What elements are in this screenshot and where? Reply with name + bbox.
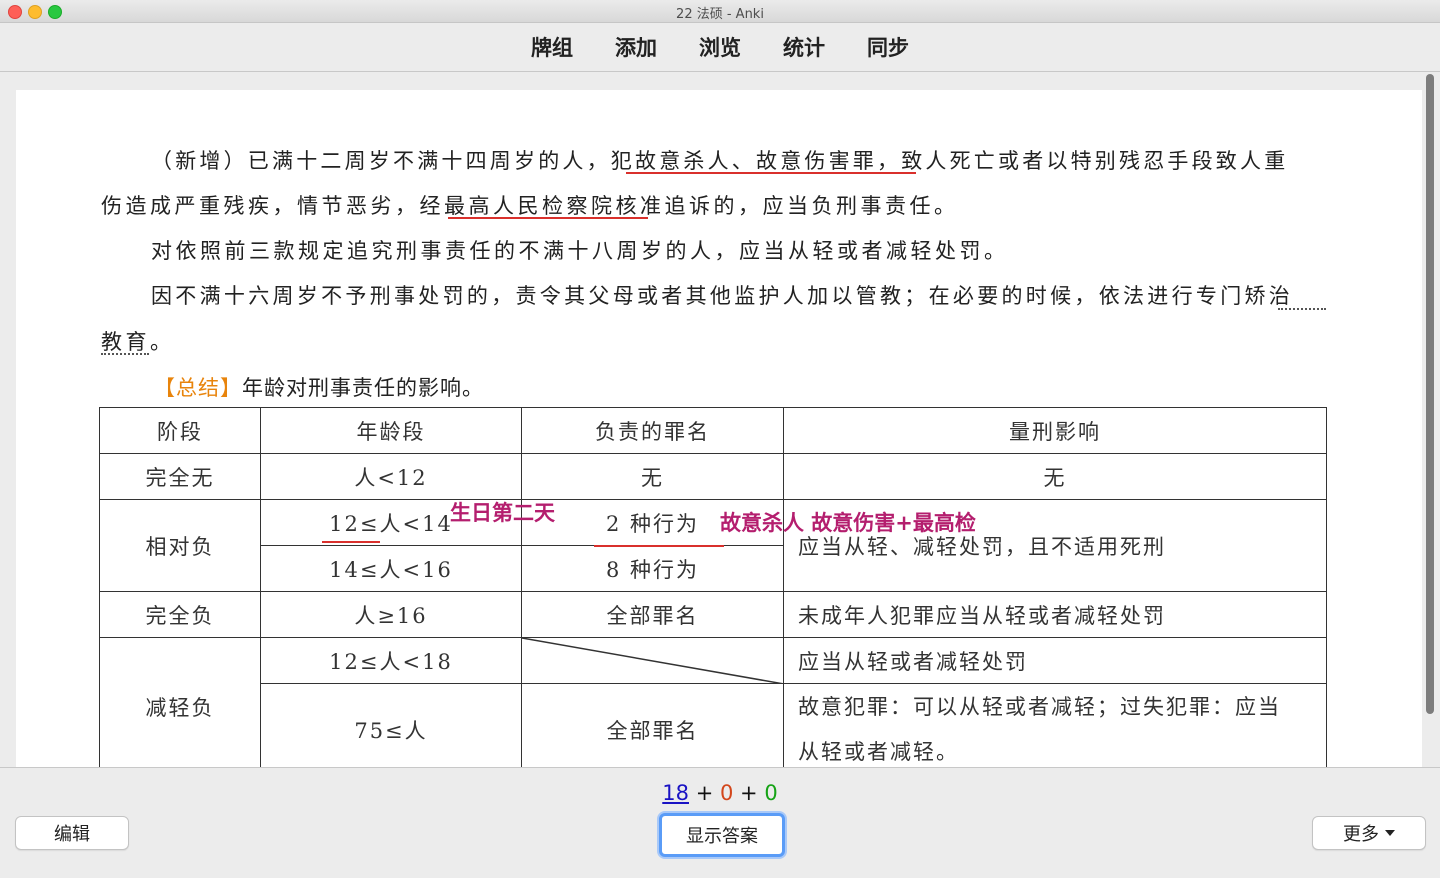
toolbar-decks[interactable]: 牌组 <box>531 32 573 62</box>
wavy-underline <box>101 350 149 355</box>
cell-age: 人<12 <box>260 453 522 500</box>
edit-label: 编辑 <box>54 824 90 845</box>
para2: 对依照前三款规定追究刑事责任的不满十八周岁的人，应当从轻或者减轻处罚。 <box>151 239 1009 263</box>
main-toolbar: 牌组 添加 浏览 统计 同步 <box>0 23 1440 72</box>
more-button[interactable]: 更多 <box>1312 816 1426 850</box>
window-title: 22 法硕 - Anki <box>676 7 764 22</box>
toolbar-sync[interactable]: 同步 <box>867 32 909 62</box>
summary-bracket-open: 【 <box>154 376 176 400</box>
cell-age: 75≤人 <box>260 683 522 767</box>
bottom-bar: 18 + 0 + 0 编辑 显示答案 更多 <box>0 767 1440 878</box>
cell-crime: 全部罪名 <box>521 683 784 767</box>
cell-effect: 未成年人犯罪应当从轻或者减轻处罚 <box>783 591 1327 638</box>
annotation-birthday: 生日第二天 <box>450 501 555 525</box>
learning-count: 0 <box>719 781 734 805</box>
red-underline <box>322 541 380 543</box>
age-responsibility-table: 阶段 年龄段 负责的罪名 量刑影响 完全无 人<12 无 无 相对负 12≤人<… <box>99 407 1327 767</box>
show-answer-label: 显示答案 <box>686 826 758 847</box>
diagonal-line <box>522 638 784 684</box>
cell-crime: 8 种行为 <box>521 545 784 592</box>
header-effect: 量刑影响 <box>783 407 1327 454</box>
header-age: 年龄段 <box>260 407 522 454</box>
due-counts: 18 + 0 + 0 <box>0 781 1440 805</box>
summary-heading: 【总结】年龄对刑事责任的影响。 <box>154 372 484 402</box>
cell-effect: 无 <box>783 453 1327 500</box>
more-label: 更多 <box>1343 824 1379 845</box>
plus-sign: + <box>740 781 758 805</box>
scrollbar-thumb[interactable] <box>1426 74 1434 714</box>
header-crime: 负责的罪名 <box>521 407 784 454</box>
cell-stage: 完全负 <box>99 591 261 638</box>
title-bar: 22 法硕 - Anki <box>0 0 1440 23</box>
para1-line2: 伤造成严重残疾，情节恶劣，经最高人民检察院核准追诉的，应当负刑事责任。 <box>101 194 959 218</box>
card-image: （新增）已满十二周岁不满十四周岁的人，犯故意杀人、故意伤害罪，致人死亡或者以特别… <box>46 90 1386 767</box>
diagonal-empty-cell <box>521 637 784 684</box>
plus-sign: + <box>695 781 714 805</box>
edit-button[interactable]: 编辑 <box>15 816 129 850</box>
effect-line: 故意犯罪：可以从轻或者减轻；过失犯罪：应当 <box>798 694 1281 719</box>
new-count: 18 <box>662 781 689 805</box>
red-underline <box>448 217 648 219</box>
cell-crime: 无 <box>521 453 784 500</box>
cell-age: 12≤人<18 <box>260 637 522 684</box>
card-scrollbar[interactable] <box>1424 74 1436 714</box>
cell-effect: 应当从轻或者减轻处罚 <box>783 637 1327 684</box>
summary-text: 年龄对刑事责任的影响。 <box>242 376 484 400</box>
summary-bracket-close: 】 <box>220 376 242 400</box>
summary-label: 总结 <box>176 376 220 400</box>
cell-crime: 全部罪名 <box>521 591 784 638</box>
effect-line: 从轻或者减轻。 <box>798 739 959 764</box>
cell-effect: 故意犯罪：可以从轻或者减轻；过失犯罪：应当 从轻或者减轻。 <box>783 683 1327 767</box>
cell-age: 14≤人<16 <box>260 545 522 592</box>
card-view: （新增）已满十二周岁不满十四周岁的人，犯故意杀人、故意伤害罪，致人死亡或者以特别… <box>16 90 1422 767</box>
toolbar-browse[interactable]: 浏览 <box>699 32 741 62</box>
wavy-underline <box>1278 305 1326 310</box>
cell-stage: 减轻负 <box>99 637 261 767</box>
cell-age: 人≥16 <box>260 591 522 638</box>
toolbar-stats[interactable]: 统计 <box>783 32 825 62</box>
toolbar-add[interactable]: 添加 <box>615 32 657 62</box>
para3-line1: 因不满十六周岁不予刑事处罚的，责令其父母或者其他监护人加以管教；在必要的时候，依… <box>151 284 1294 308</box>
annotation-crimes: 故意杀人 故意伤害+最高检 <box>720 511 976 535</box>
show-answer-button[interactable]: 显示答案 <box>659 813 785 857</box>
header-stage: 阶段 <box>99 407 261 454</box>
review-count: 0 <box>764 781 778 805</box>
para1-line1: （新增）已满十二周岁不满十四周岁的人，犯故意杀人、故意伤害罪，致人死亡或者以特别… <box>151 149 1289 173</box>
cell-stage: 完全无 <box>99 453 261 500</box>
caret-down-icon <box>1385 830 1395 836</box>
red-underline <box>594 545 724 547</box>
cell-stage: 相对负 <box>99 499 261 592</box>
red-underline <box>626 172 916 174</box>
